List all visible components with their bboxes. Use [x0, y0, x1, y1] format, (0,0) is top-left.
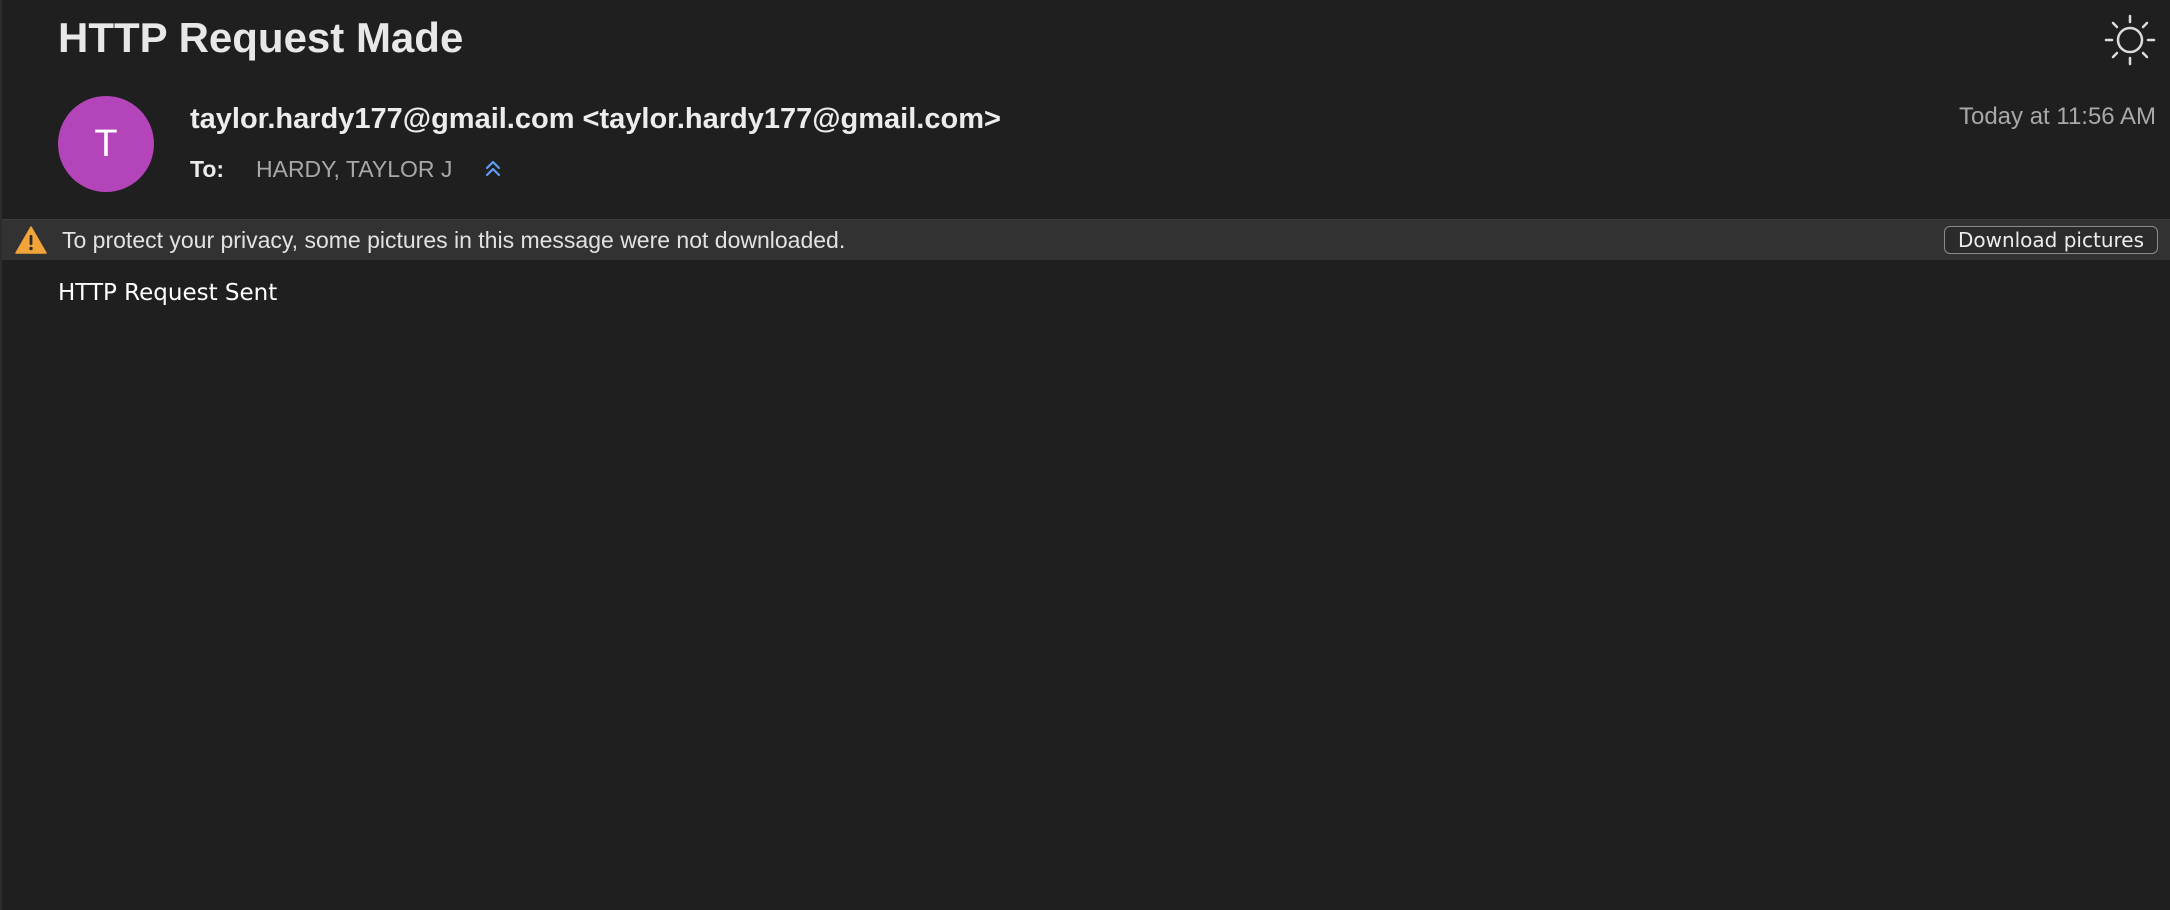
sun-icon[interactable] [2104, 14, 2156, 66]
privacy-banner-text: To protect your privacy, some pictures i… [62, 227, 846, 253]
email-body: HTTP Request Sent [58, 280, 278, 306]
download-pictures-button[interactable]: Download pictures [1943, 226, 2158, 254]
email-subject: HTTP Request Made [58, 14, 464, 61]
privacy-banner: To protect your privacy, some pictures i… [2, 219, 2170, 260]
sender-avatar: T [58, 96, 154, 192]
chevron-up-double-icon[interactable] [482, 156, 504, 182]
avatar-initial: T [94, 122, 118, 165]
warning-triangle-icon [15, 225, 47, 255]
sender-address[interactable]: taylor.hardy177@gmail.com <taylor.hardy1… [190, 103, 1001, 136]
window-edge [0, 0, 2, 910]
message-timestamp: Today at 11:56 AM [1958, 103, 2156, 130]
recipient-name[interactable]: HARDY, TAYLOR J [256, 156, 452, 183]
to-label: To: [190, 156, 225, 182]
